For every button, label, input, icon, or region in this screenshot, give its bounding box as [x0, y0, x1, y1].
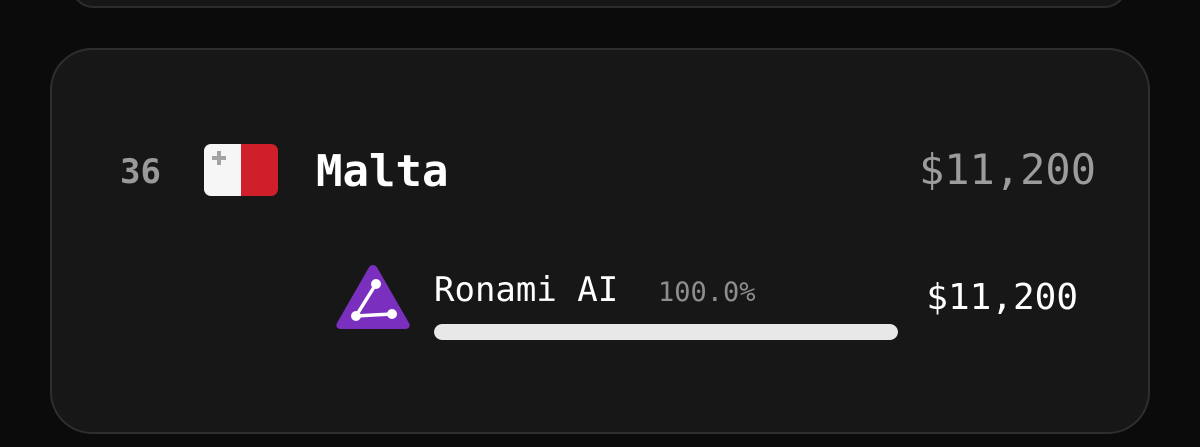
previous-card [70, 0, 1128, 8]
share-progress-bar [434, 324, 898, 340]
george-cross-icon [212, 151, 226, 165]
company-name: Ronami AI [434, 270, 619, 310]
country-total: $11,200 [918, 145, 1096, 194]
share-progress-fill [434, 324, 898, 340]
malta-flag-icon [204, 144, 278, 196]
country-card[interactable]: 36 Malta $11,200 Ronami AI 100.0% $11,20… [50, 48, 1150, 434]
company-share-percent: 100.0% [658, 277, 756, 308]
ronami-ai-logo-icon [336, 265, 410, 329]
rank-number: 36 [120, 152, 161, 192]
country-name: Malta [316, 146, 449, 197]
company-amount: $11,200 [926, 277, 1078, 318]
